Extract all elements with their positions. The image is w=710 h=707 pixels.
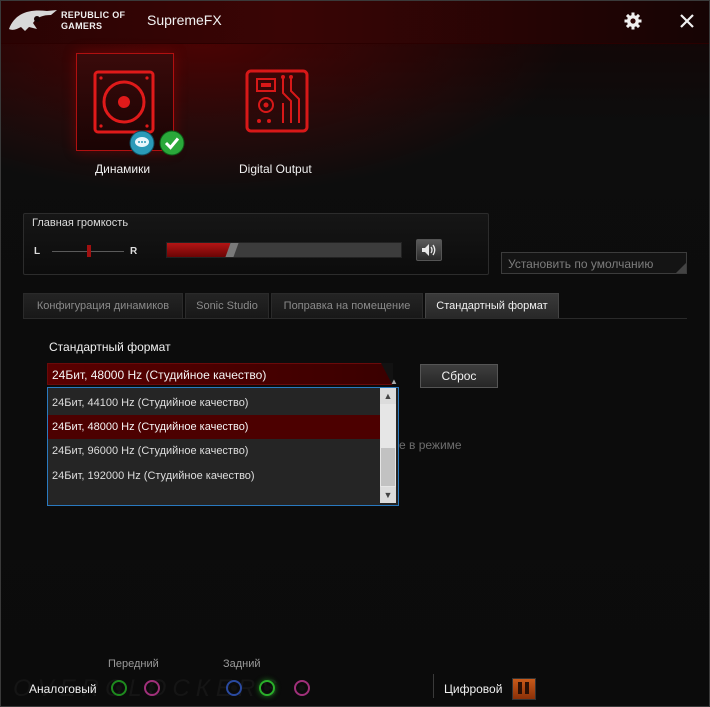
chat-bubble-icon [129, 130, 155, 156]
digital-output-icon [245, 69, 309, 133]
device-speakers[interactable] [76, 53, 185, 156]
format-option-selected[interactable]: 24Бит, 48000 Hz (Студийное качество) [48, 415, 380, 439]
scrollbar-thumb[interactable] [381, 448, 395, 486]
analog-label: Аналоговый [29, 682, 97, 696]
balance-slider-handle[interactable] [86, 245, 91, 257]
dropdown-scrollbar[interactable]: ▲ ▼ [380, 388, 396, 503]
mode-text-partial: е в режиме [399, 438, 462, 452]
scroll-up-icon[interactable]: ▲ [380, 388, 396, 404]
front-panel-label: Передний [108, 658, 159, 670]
tab-room-correction[interactable]: Поправка на помещение [271, 293, 423, 319]
format-option[interactable]: 24Бит, 44100 Hz (Студийное качество) [48, 391, 380, 415]
master-volume-panel: Главная громкость L R [23, 213, 489, 275]
bottom-divider [433, 674, 434, 698]
mute-button[interactable] [416, 239, 442, 261]
balance-right-label: R [130, 246, 138, 257]
tab-default-format[interactable]: Стандартный формат [425, 293, 559, 319]
check-icon [159, 130, 185, 156]
dropdown-arrow-icon[interactable]: ▲ [390, 377, 398, 386]
volume-slider-fill [167, 243, 231, 257]
front-green-jack-icon[interactable] [111, 680, 127, 696]
brand-line-2: GAMERS [61, 21, 103, 31]
set-default-button[interactable]: Установить по умолчанию [501, 252, 687, 274]
format-option[interactable]: 24Бит, 192000 Hz (Студийное качество) [48, 464, 380, 488]
format-option[interactable]: 24Бит, 96000 Hz (Студийное качество) [48, 439, 380, 463]
tab-speaker-config[interactable]: Конфигурация динамиков [23, 293, 183, 319]
title-bar: REPUBLIC OF GAMERS SupremeFX [1, 1, 709, 44]
brand-line-1: REPUBLIC OF [61, 10, 126, 20]
rog-logo-icon [9, 10, 57, 31]
balance-left-label: L [34, 246, 41, 257]
scroll-down-icon[interactable]: ▼ [380, 487, 396, 503]
device-label-digital: Digital Output [239, 162, 312, 176]
reset-button[interactable]: Сброс [420, 364, 498, 388]
brand-text: REPUBLIC OF GAMERS [61, 10, 125, 32]
rear-blue-jack-icon[interactable] [226, 680, 242, 696]
tab-sonic-studio[interactable]: Sonic Studio [185, 293, 269, 319]
device-digital-output[interactable] [239, 63, 315, 139]
format-select[interactable]: 24Бит, 48000 Hz (Студийное качество) [47, 363, 393, 386]
rear-panel-label: Задний [223, 658, 261, 670]
rear-pink-jack-icon[interactable] [294, 680, 310, 696]
format-dropdown-list[interactable]: 24Бит, 44100 Hz (Студийное качество) 24Б… [47, 387, 399, 506]
volume-slider[interactable] [166, 242, 402, 258]
close-icon[interactable] [677, 11, 697, 31]
master-volume-title: Главная громкость [32, 217, 129, 229]
front-pink-jack-icon[interactable] [144, 680, 160, 696]
device-label-speakers: Динамики [95, 162, 151, 176]
tab-divider [23, 318, 687, 319]
app-window: REPUBLIC OF GAMERS SupremeFX Динамики Di… [0, 0, 710, 707]
rear-green-jack-icon[interactable] [259, 680, 275, 696]
default-format-label: Стандартный формат [49, 340, 171, 354]
app-title: SupremeFX [147, 12, 222, 28]
gear-icon[interactable] [623, 11, 643, 31]
digital-label: Цифровой [444, 682, 503, 696]
speaker-volume-icon [422, 244, 436, 256]
spdif-port-icon[interactable] [512, 678, 536, 700]
